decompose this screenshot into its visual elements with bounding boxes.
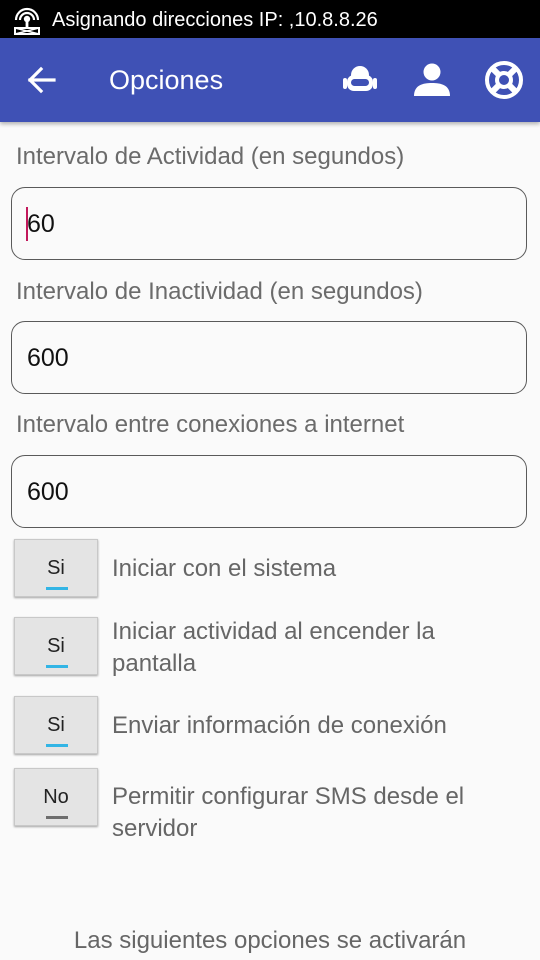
start-with-system-toggle[interactable]: Si: [14, 539, 98, 597]
lifebuoy-icon: [485, 61, 523, 99]
status-bar: Asignando direcciones IP: ,10.8.8.26: [0, 0, 540, 38]
toggle-state-label: Si: [47, 714, 65, 736]
activity-interval-value: 60: [27, 210, 55, 238]
send-connection-info-label: Enviar información de conexión: [112, 712, 447, 739]
inactivity-interval-label: Intervalo de Inactividad (en segundos): [16, 278, 423, 305]
person-icon: [414, 63, 450, 96]
sms-config-label: Permitir configurar SMS desde el servido…: [112, 783, 465, 842]
activity-interval-input[interactable]: 60: [11, 187, 527, 260]
toggle-indicator: [46, 665, 68, 668]
toggle-indicator: [46, 587, 68, 590]
toggle-indicator: [46, 816, 68, 819]
toggle-state-label: Si: [47, 557, 65, 579]
connection-interval-label: Intervalo entre conexiones a internet: [16, 411, 405, 438]
start-with-system-label: Iniciar con el sistema: [112, 555, 337, 582]
toggle-indicator: [46, 744, 68, 747]
send-connection-info-toggle[interactable]: Si: [14, 696, 98, 754]
toggle-state-label: Si: [47, 635, 65, 657]
robot-icon: [343, 66, 377, 91]
page-title: Opciones: [109, 65, 224, 95]
activity-interval-label: Intervalo de Actividad (en segundos): [16, 143, 405, 170]
toggle-state-label: No: [43, 786, 69, 808]
connection-interval-value: 600: [27, 478, 69, 506]
start-on-screen-on-label: Iniciar actividad al encender la pantall…: [112, 618, 435, 677]
profile-button[interactable]: [410, 58, 454, 102]
inactivity-interval-input[interactable]: 600: [11, 321, 527, 394]
footer-note: Las siguientes opciones se activarán: [73, 927, 467, 954]
robot-button[interactable]: [338, 58, 382, 102]
start-on-screen-on-toggle[interactable]: Si: [14, 617, 98, 675]
vpn-key-icon: [14, 7, 40, 35]
inactivity-interval-value: 600: [27, 344, 69, 372]
connection-interval-input[interactable]: 600: [11, 455, 527, 528]
help-button[interactable]: [482, 58, 526, 102]
status-text: Asignando direcciones IP: ,10.8.8.26: [52, 9, 378, 31]
arrow-back-icon[interactable]: [24, 62, 60, 98]
sms-config-toggle[interactable]: No: [14, 768, 98, 826]
app-bar: Opciones: [0, 38, 540, 122]
